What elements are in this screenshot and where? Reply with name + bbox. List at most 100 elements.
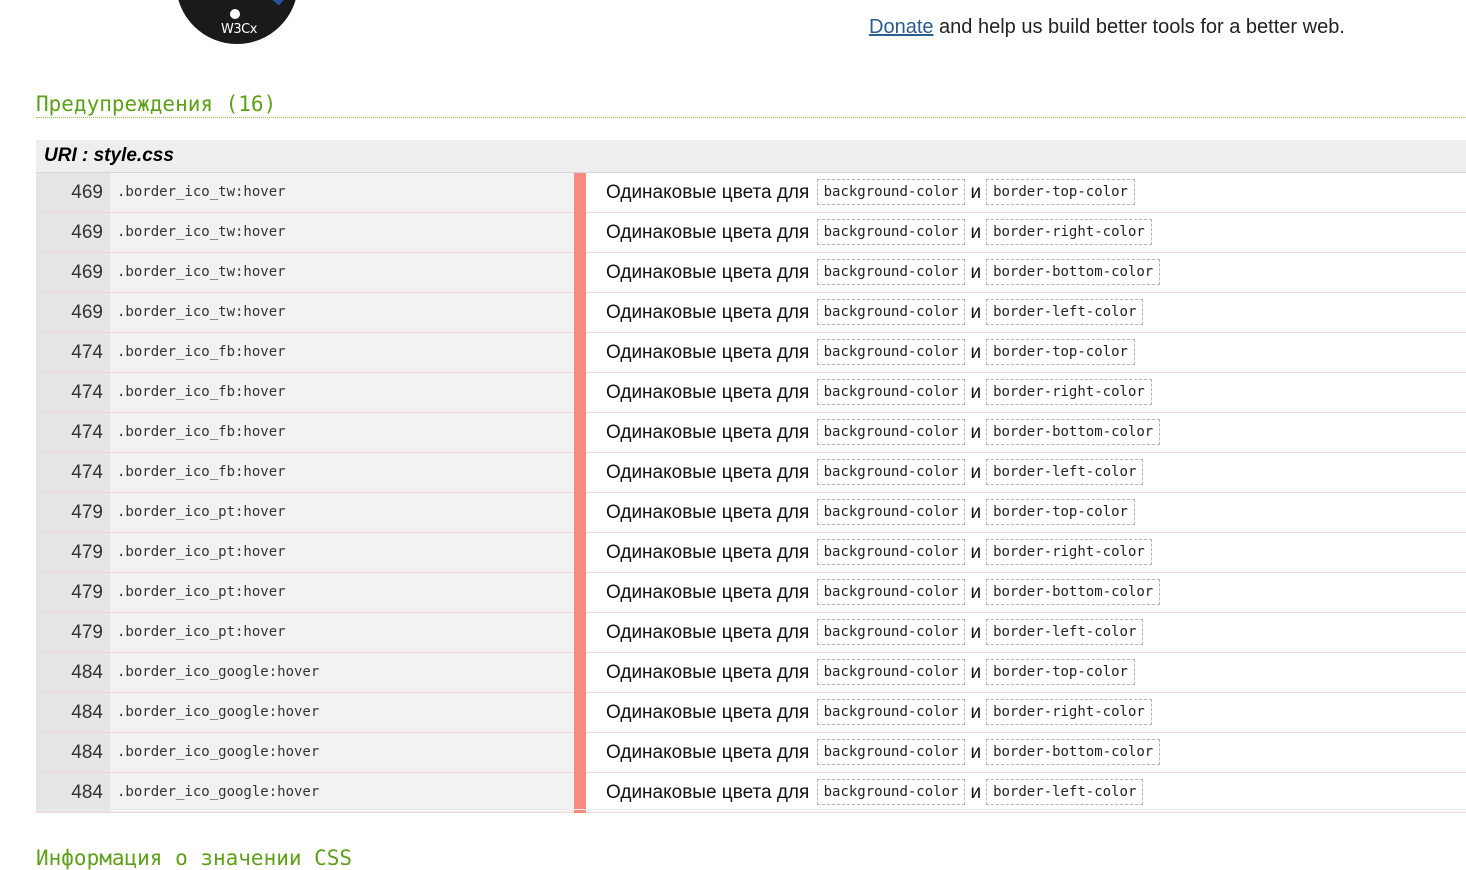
warning-message: Одинаковые цвета для background-colorиbo… (606, 253, 1162, 292)
conjunction: и (970, 382, 981, 403)
property-code: background-color (817, 339, 966, 365)
warning-level-bar (574, 333, 586, 373)
line-number: 484 (36, 733, 110, 772)
property-code: background-color (817, 459, 966, 485)
warning-row: 469.border_ico_tw:hoverОдинаковые цвета … (36, 213, 1466, 253)
message-prefix: Одинаковые цвета для (606, 302, 809, 323)
conjunction: и (970, 302, 981, 323)
warning-level-bar (574, 453, 586, 493)
message-prefix: Одинаковые цвета для (606, 262, 809, 283)
warning-message: Одинаковые цвета для background-colorиbo… (606, 293, 1145, 332)
conjunction: и (970, 542, 981, 563)
warning-level-bar (574, 653, 586, 693)
warning-message: Одинаковые цвета для background-colorиbo… (606, 453, 1145, 492)
message-prefix: Одинаковые цвета для (606, 462, 809, 483)
warning-level-bar (574, 733, 586, 773)
property-code: background-color (817, 699, 966, 725)
css-selector: .border_ico_google:hover (110, 653, 574, 692)
warnings-table: URI : style.css 469.border_ico_tw:hoverО… (36, 140, 1466, 813)
warning-row: 474.border_ico_fb:hoverОдинаковые цвета … (36, 333, 1466, 373)
message-prefix: Одинаковые цвета для (606, 382, 809, 403)
warning-message: Одинаковые цвета для background-colorиbo… (606, 333, 1137, 372)
line-number: 484 (36, 653, 110, 692)
property-code: background-color (817, 419, 966, 445)
line-number: 474 (36, 453, 110, 492)
warnings-rows: 469.border_ico_tw:hoverОдинаковые цвета … (36, 173, 1466, 813)
warning-message: Одинаковые цвета для background-colorиbo… (606, 213, 1154, 252)
css-selector: .border_ico_google:hover (110, 693, 574, 732)
message-prefix: Одинаковые цвета для (606, 422, 809, 443)
warning-message: Одинаковые цвета для background-colorиbo… (606, 733, 1162, 772)
w3cx-logo[interactable]: W3Cx (176, 0, 298, 44)
css-selector: .border_ico_fb:hover (110, 333, 574, 372)
warning-message: Одинаковые цвета для background-colorиbo… (606, 173, 1137, 212)
donate-text: and help us build better tools for a bet… (934, 16, 1345, 38)
line-number: 479 (36, 613, 110, 652)
donate-banner: Donate and help us build better tools fo… (869, 16, 1345, 39)
warnings-section-title[interactable]: Предупреждения (16) (36, 92, 1466, 118)
warning-level-bar (574, 533, 586, 573)
property-code: border-top-color (986, 499, 1135, 525)
message-prefix: Одинаковые цвета для (606, 222, 809, 243)
property-code: background-color (817, 179, 966, 205)
property-code: background-color (817, 499, 966, 525)
css-selector: .border_ico_pt:hover (110, 533, 574, 572)
css-selector: .border_ico_google:hover (110, 773, 574, 812)
conjunction: и (970, 502, 981, 523)
property-code: border-right-color (986, 699, 1152, 725)
message-prefix: Одинаковые цвета для (606, 502, 809, 523)
property-code: background-color (817, 259, 966, 285)
line-number: 469 (36, 253, 110, 292)
uri-header: URI : style.css (36, 140, 1466, 173)
line-number: 469 (36, 213, 110, 252)
message-prefix: Одинаковые цвета для (606, 542, 809, 563)
warning-level-bar (574, 573, 586, 613)
warning-row: 479.border_ico_pt:hoverОдинаковые цвета … (36, 613, 1466, 653)
property-code: border-bottom-color (986, 259, 1160, 285)
warning-level-bar (574, 253, 586, 293)
property-code: background-color (817, 379, 966, 405)
property-code: background-color (817, 619, 966, 645)
property-code: border-top-color (986, 339, 1135, 365)
donate-link[interactable]: Donate (869, 16, 934, 38)
line-number: 484 (36, 693, 110, 732)
warning-row: 474.border_ico_fb:hoverОдинаковые цвета … (36, 453, 1466, 493)
line-number: 474 (36, 413, 110, 452)
conjunction: и (970, 462, 981, 483)
conjunction: и (970, 622, 981, 643)
property-code: border-right-color (986, 379, 1152, 405)
warning-row: 469.border_ico_tw:hover Одинаковые цвета … (36, 173, 1466, 213)
line-number: 484 (36, 773, 110, 812)
property-code: border-bottom-color (986, 579, 1160, 605)
line-number: 474 (36, 373, 110, 412)
warning-row: 484.border_ico_google:hoverОдинаковые цв… (36, 653, 1466, 693)
warning-level-bar (574, 373, 586, 413)
property-code: border-bottom-color (986, 739, 1160, 765)
line-number: 479 (36, 573, 110, 612)
warning-level-bar (574, 413, 586, 453)
warning-row: 469.border_ico_tw:hoverОдинаковые цвета … (36, 253, 1466, 293)
css-selector: .border_ico_tw:hover (110, 173, 574, 212)
warning-row: 479.border_ico_pt:hover Одинаковые цвета … (36, 573, 1466, 613)
warning-message: Одинаковые цвета для background-colorиbo… (606, 693, 1154, 732)
logo-dot (230, 9, 240, 19)
css-info-section-title[interactable]: Информация о значении CSS (36, 846, 352, 870)
message-prefix: Одинаковые цвета для (606, 702, 809, 723)
warning-message: Одинаковые цвета для background-colorиbo… (606, 573, 1162, 612)
property-code: background-color (817, 299, 966, 325)
css-selector: .border_ico_pt:hover (110, 573, 574, 612)
property-code: background-color (817, 579, 966, 605)
logo-text: W3Cx (221, 22, 257, 37)
conjunction: и (970, 702, 981, 723)
line-number: 479 (36, 493, 110, 532)
warning-row: 484.border_ico_google:hover Одинаковые цв… (36, 773, 1466, 813)
warning-message: Одинаковые цвета для background-colorиbo… (606, 413, 1162, 452)
property-code: border-left-color (986, 299, 1143, 325)
line-number: 469 (36, 173, 110, 212)
warning-level-bar (574, 613, 586, 653)
property-code: border-left-color (986, 779, 1143, 805)
warning-row: 479.border_ico_pt:hoverОдинаковые цвета … (36, 533, 1466, 573)
warning-message: Одинаковые цвета для background-colorиbo… (606, 533, 1154, 572)
message-prefix: Одинаковые цвета для (606, 782, 809, 803)
property-code: background-color (817, 779, 966, 805)
